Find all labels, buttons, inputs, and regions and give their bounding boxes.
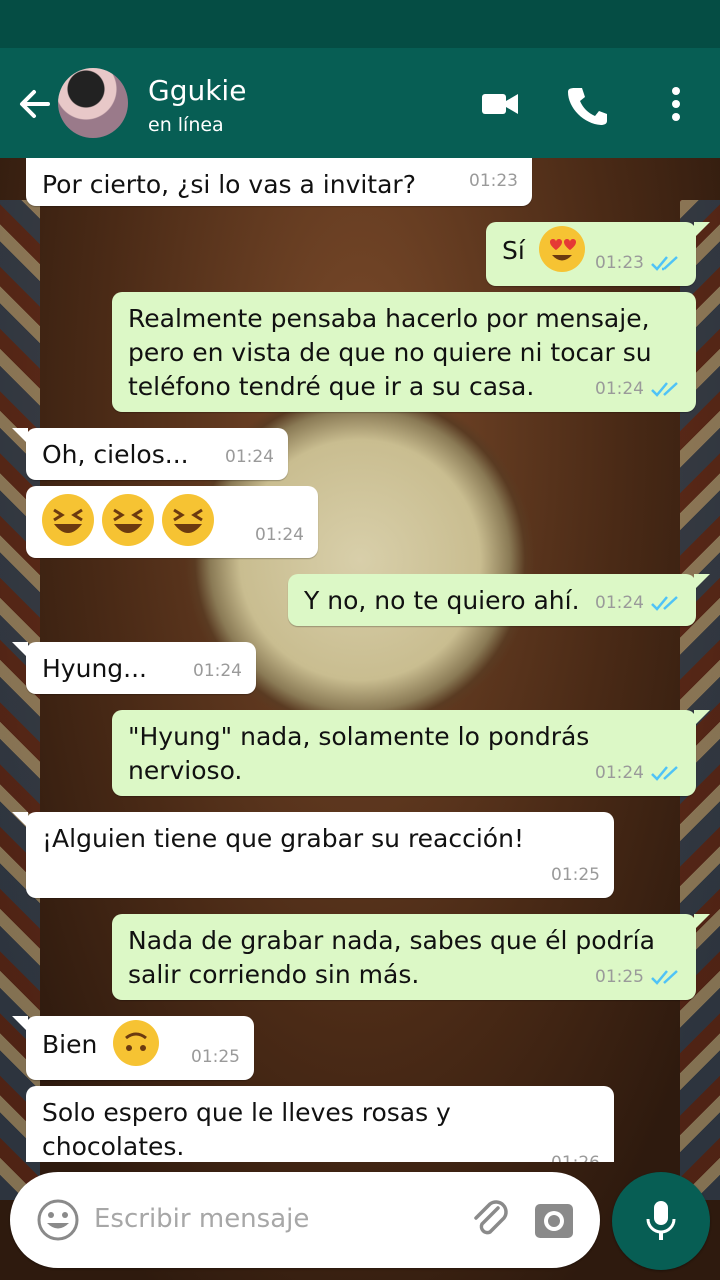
message-text: Nada de grabar nada, sabes que él podría…	[128, 926, 655, 989]
read-ticks-icon	[651, 596, 678, 611]
message-text: Hyung...	[42, 654, 147, 683]
status-bar	[0, 0, 720, 48]
message-composer[interactable]: Escribir mensaje	[10, 1172, 600, 1268]
message-incoming[interactable]: Bien 01:25	[12, 1016, 254, 1080]
read-ticks-icon	[651, 382, 678, 397]
read-ticks-icon	[651, 766, 678, 781]
message-outgoing[interactable]: Y no, no te quiero ahí. 01:24	[288, 574, 710, 626]
read-ticks-icon	[651, 970, 678, 985]
message-text: Sí	[502, 236, 525, 265]
message-text: Solo espero que le lleves rosas y chocol…	[42, 1098, 451, 1161]
message-outgoing[interactable]: Realmente pensaba hacerlo por mensaje, p…	[112, 292, 696, 412]
voice-record-button[interactable]	[612, 1172, 710, 1270]
contact-status: en línea	[148, 114, 224, 136]
laughing-emoji-2	[102, 494, 154, 546]
message-time: 01:24	[255, 525, 304, 545]
video-call-icon[interactable]	[480, 84, 520, 124]
message-time: 01:24	[225, 447, 274, 467]
chat-header: Ggukie en línea	[0, 48, 720, 158]
message-outgoing[interactable]: Nada de grabar nada, sabes que él podría…	[112, 914, 710, 1000]
message-time: 01:23	[595, 253, 644, 273]
message-outgoing[interactable]: "Hyung" nada, solamente lo pondrás nervi…	[112, 710, 710, 796]
message-time: 01:23	[469, 171, 518, 191]
laughing-emoji-3	[162, 494, 214, 546]
message-incoming[interactable]: ¡Alguien tiene que grabar su reacción! 0…	[12, 812, 614, 898]
message-list[interactable]: Por cierto, ¿si lo vas a invitar? 01:23 …	[0, 158, 720, 1162]
emoji-icon[interactable]	[36, 1198, 80, 1242]
message-text: "Hyung" nada, solamente lo pondrás nervi…	[128, 722, 590, 785]
message-incoming[interactable]: Hyung... 01:24	[12, 642, 256, 694]
message-text: ¡Alguien tiene que grabar su reacción!	[42, 824, 524, 853]
camera-icon[interactable]	[532, 1198, 576, 1242]
message-incoming[interactable]: Solo espero que le lleves rosas y chocol…	[26, 1086, 614, 1162]
message-text: Y no, no te quiero ahí.	[304, 586, 580, 615]
laughing-emoji-1	[42, 494, 94, 546]
phone-call-icon[interactable]	[566, 84, 608, 126]
contact-name[interactable]: Ggukie	[148, 74, 246, 107]
message-incoming[interactable]: Oh, cielos... 01:24	[12, 428, 288, 480]
message-outgoing[interactable]: Sí 01:23	[486, 222, 710, 286]
message-time: 01:26	[551, 1146, 600, 1162]
message-incoming[interactable]: Por cierto, ¿si lo vas a invitar? 01:23	[26, 158, 532, 206]
microphone-icon	[646, 1201, 676, 1240]
avatar[interactable]	[58, 68, 128, 138]
message-text: Realmente pensaba hacerlo por mensaje, p…	[128, 304, 652, 401]
message-incoming[interactable]: 01:24	[26, 486, 318, 558]
back-arrow-icon[interactable]	[14, 84, 54, 124]
heart-eyes-emoji	[538, 226, 585, 272]
message-text: Bien	[42, 1030, 98, 1059]
upside-down-face-emoji	[113, 1020, 160, 1066]
message-time: 01:24	[595, 593, 644, 613]
message-time: 01:24	[193, 661, 242, 681]
message-input[interactable]: Escribir mensaje	[94, 1204, 309, 1234]
laughing-emoji	[42, 494, 214, 546]
message-time: 01:25	[595, 967, 644, 987]
more-options-icon[interactable]	[664, 84, 688, 124]
message-text: Por cierto, ¿si lo vas a invitar?	[42, 170, 416, 199]
message-time: 01:25	[191, 1047, 240, 1067]
message-time: 01:25	[551, 865, 600, 885]
message-text: Oh, cielos...	[42, 440, 189, 469]
read-ticks-icon	[651, 256, 678, 271]
message-time: 01:24	[595, 379, 644, 399]
attach-icon[interactable]	[468, 1198, 516, 1246]
message-time: 01:24	[595, 763, 644, 783]
